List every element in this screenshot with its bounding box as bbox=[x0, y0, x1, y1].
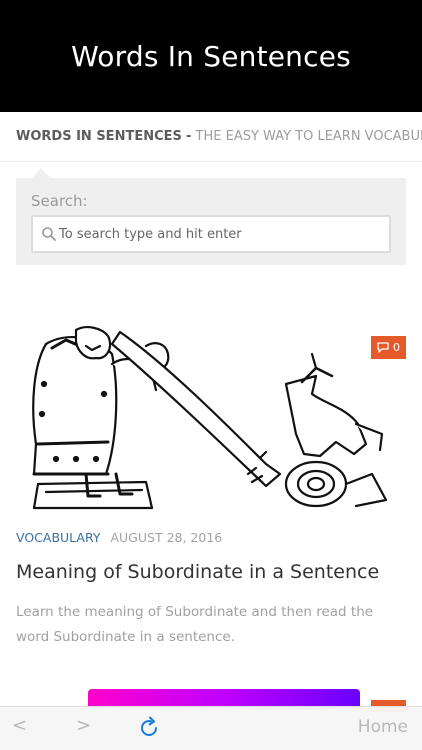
comment-bubble-icon bbox=[377, 342, 389, 353]
tagline-description: THE EASY WAY TO LEARN VOCABULARY bbox=[195, 129, 422, 144]
site-title[interactable]: Words In Sentences bbox=[71, 40, 351, 73]
forward-button[interactable]: > bbox=[76, 715, 91, 736]
search-box-pointer bbox=[32, 168, 50, 178]
site-tagline: WORDS IN SENTENCES - THE EASY WAY TO LEA… bbox=[16, 128, 422, 146]
search-icon bbox=[42, 227, 56, 241]
post-excerpt: Learn the meaning of Subordinate and the… bbox=[16, 604, 374, 645]
post-title[interactable]: Meaning of Subordinate in a Sentence bbox=[16, 559, 406, 585]
tagline-site-name: WORDS IN SENTENCES bbox=[16, 129, 182, 144]
post-date: AUGUST 28, 2016 bbox=[110, 530, 223, 545]
search-field[interactable] bbox=[31, 215, 391, 253]
search-label: Search: bbox=[31, 192, 88, 210]
post-category-link[interactable]: VOCABULARY bbox=[16, 530, 101, 545]
browser-toolbar: < > Home bbox=[0, 706, 422, 750]
comment-count: 0 bbox=[393, 341, 400, 354]
header-divider bbox=[0, 161, 422, 162]
site-header: Words In Sentences bbox=[0, 0, 422, 112]
page: Words In Sentences WORDS IN SENTENCES - … bbox=[0, 0, 422, 750]
post-meta: VOCABULARY AUGUST 28, 2016 bbox=[16, 530, 222, 545]
cartoon-illustration bbox=[32, 326, 388, 510]
search-widget: Search: bbox=[16, 178, 406, 265]
home-button[interactable]: Home bbox=[358, 717, 408, 737]
comment-count-badge[interactable]: 0 bbox=[371, 336, 406, 359]
back-button[interactable]: < bbox=[12, 715, 27, 736]
post-featured-image[interactable] bbox=[16, 324, 406, 510]
search-input[interactable] bbox=[59, 217, 387, 251]
refresh-icon[interactable] bbox=[137, 716, 161, 740]
tagline-separator: - bbox=[186, 129, 192, 144]
